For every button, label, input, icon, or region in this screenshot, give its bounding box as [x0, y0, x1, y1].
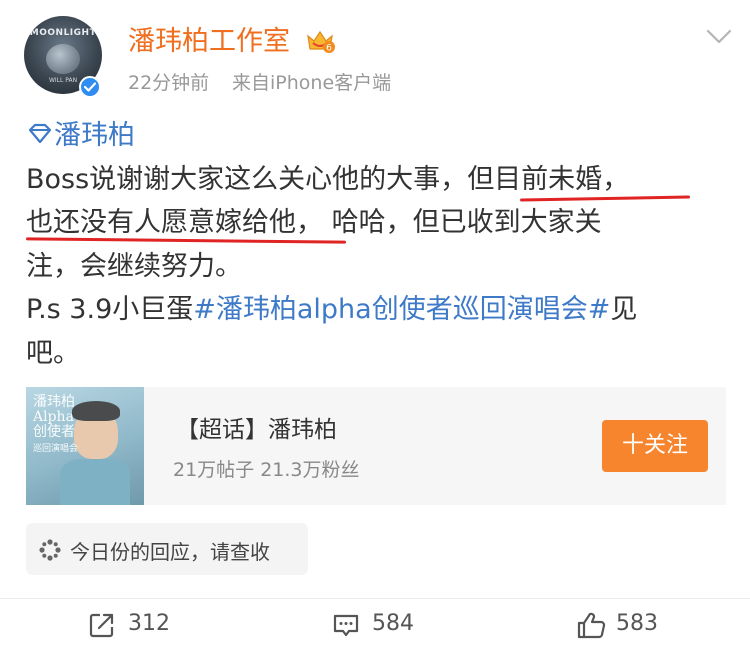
card-title: 【超话】潘玮柏	[176, 417, 337, 443]
repost-count: 312	[128, 611, 170, 636]
comment-button[interactable]: 584	[332, 607, 442, 647]
thumbs-up-icon	[577, 612, 606, 639]
post-text-line-3: 注，会继续努力。	[26, 251, 242, 282]
verified-check-icon	[79, 76, 101, 98]
cover-lettering: 潘玮柏 Alpha 创使者 巡回演唱会	[33, 394, 79, 455]
avatar-moon-graphic	[46, 44, 80, 74]
vip-crown-icon[interactable]: 6	[305, 29, 335, 55]
avatar-text-top: MOONLIGHT	[29, 28, 97, 38]
post-source: 来自iPhone客户端	[232, 72, 392, 94]
follow-button[interactable]: 十关注	[602, 420, 708, 472]
share-icon	[89, 613, 114, 638]
post-text-line-4: P.s 3.9小巨蛋#潘玮柏alpha创使者巡回演唱会#见	[26, 294, 638, 325]
like-button[interactable]: 583	[576, 607, 686, 647]
post-text-line-5: 吧。	[26, 338, 80, 369]
user-name[interactable]: 潘玮柏工作室	[128, 26, 290, 58]
diamond-icon	[26, 123, 54, 145]
like-count: 583	[616, 611, 658, 636]
comment-count: 584	[372, 611, 414, 636]
divider	[0, 598, 750, 599]
post-time: 22分钟前	[128, 72, 210, 94]
red-underline-1	[519, 195, 691, 202]
super-topic-card[interactable]: 潘玮柏 Alpha 创使者 巡回演唱会 【超话】潘玮柏 21万帖子 21.3万粉丝 十…	[26, 387, 726, 505]
underlined-phrase-2: 也还没有人愿意嫁给他	[26, 207, 296, 238]
topic-cover-image: 潘玮柏 Alpha 创使者 巡回演唱会	[26, 387, 144, 505]
sparkle-icon	[38, 538, 62, 562]
reply-chip-label: 今日份的回应，请查收	[70, 540, 270, 564]
hashtag-link[interactable]: #潘玮柏alpha创使者巡回演唱会#	[193, 294, 610, 325]
post-text-line-1: Boss说谢谢大家这么关心他的大事，但目前未婚，	[26, 164, 630, 195]
comment-icon	[333, 614, 359, 637]
post-text-line-2: 也还没有人愿意嫁给他， 哈哈，但已收到大家关	[26, 207, 602, 238]
repost-button[interactable]: 312	[88, 607, 198, 647]
chevron-down-icon[interactable]	[705, 28, 733, 46]
super-topic-link[interactable]: 潘玮柏	[54, 120, 135, 152]
svg-text:6: 6	[326, 44, 332, 54]
reply-chip[interactable]: 今日份的回应，请查收	[26, 523, 308, 575]
underlined-phrase-1: 但目前未婚	[467, 164, 603, 195]
card-stats: 21万帖子 21.3万粉丝	[173, 459, 360, 481]
